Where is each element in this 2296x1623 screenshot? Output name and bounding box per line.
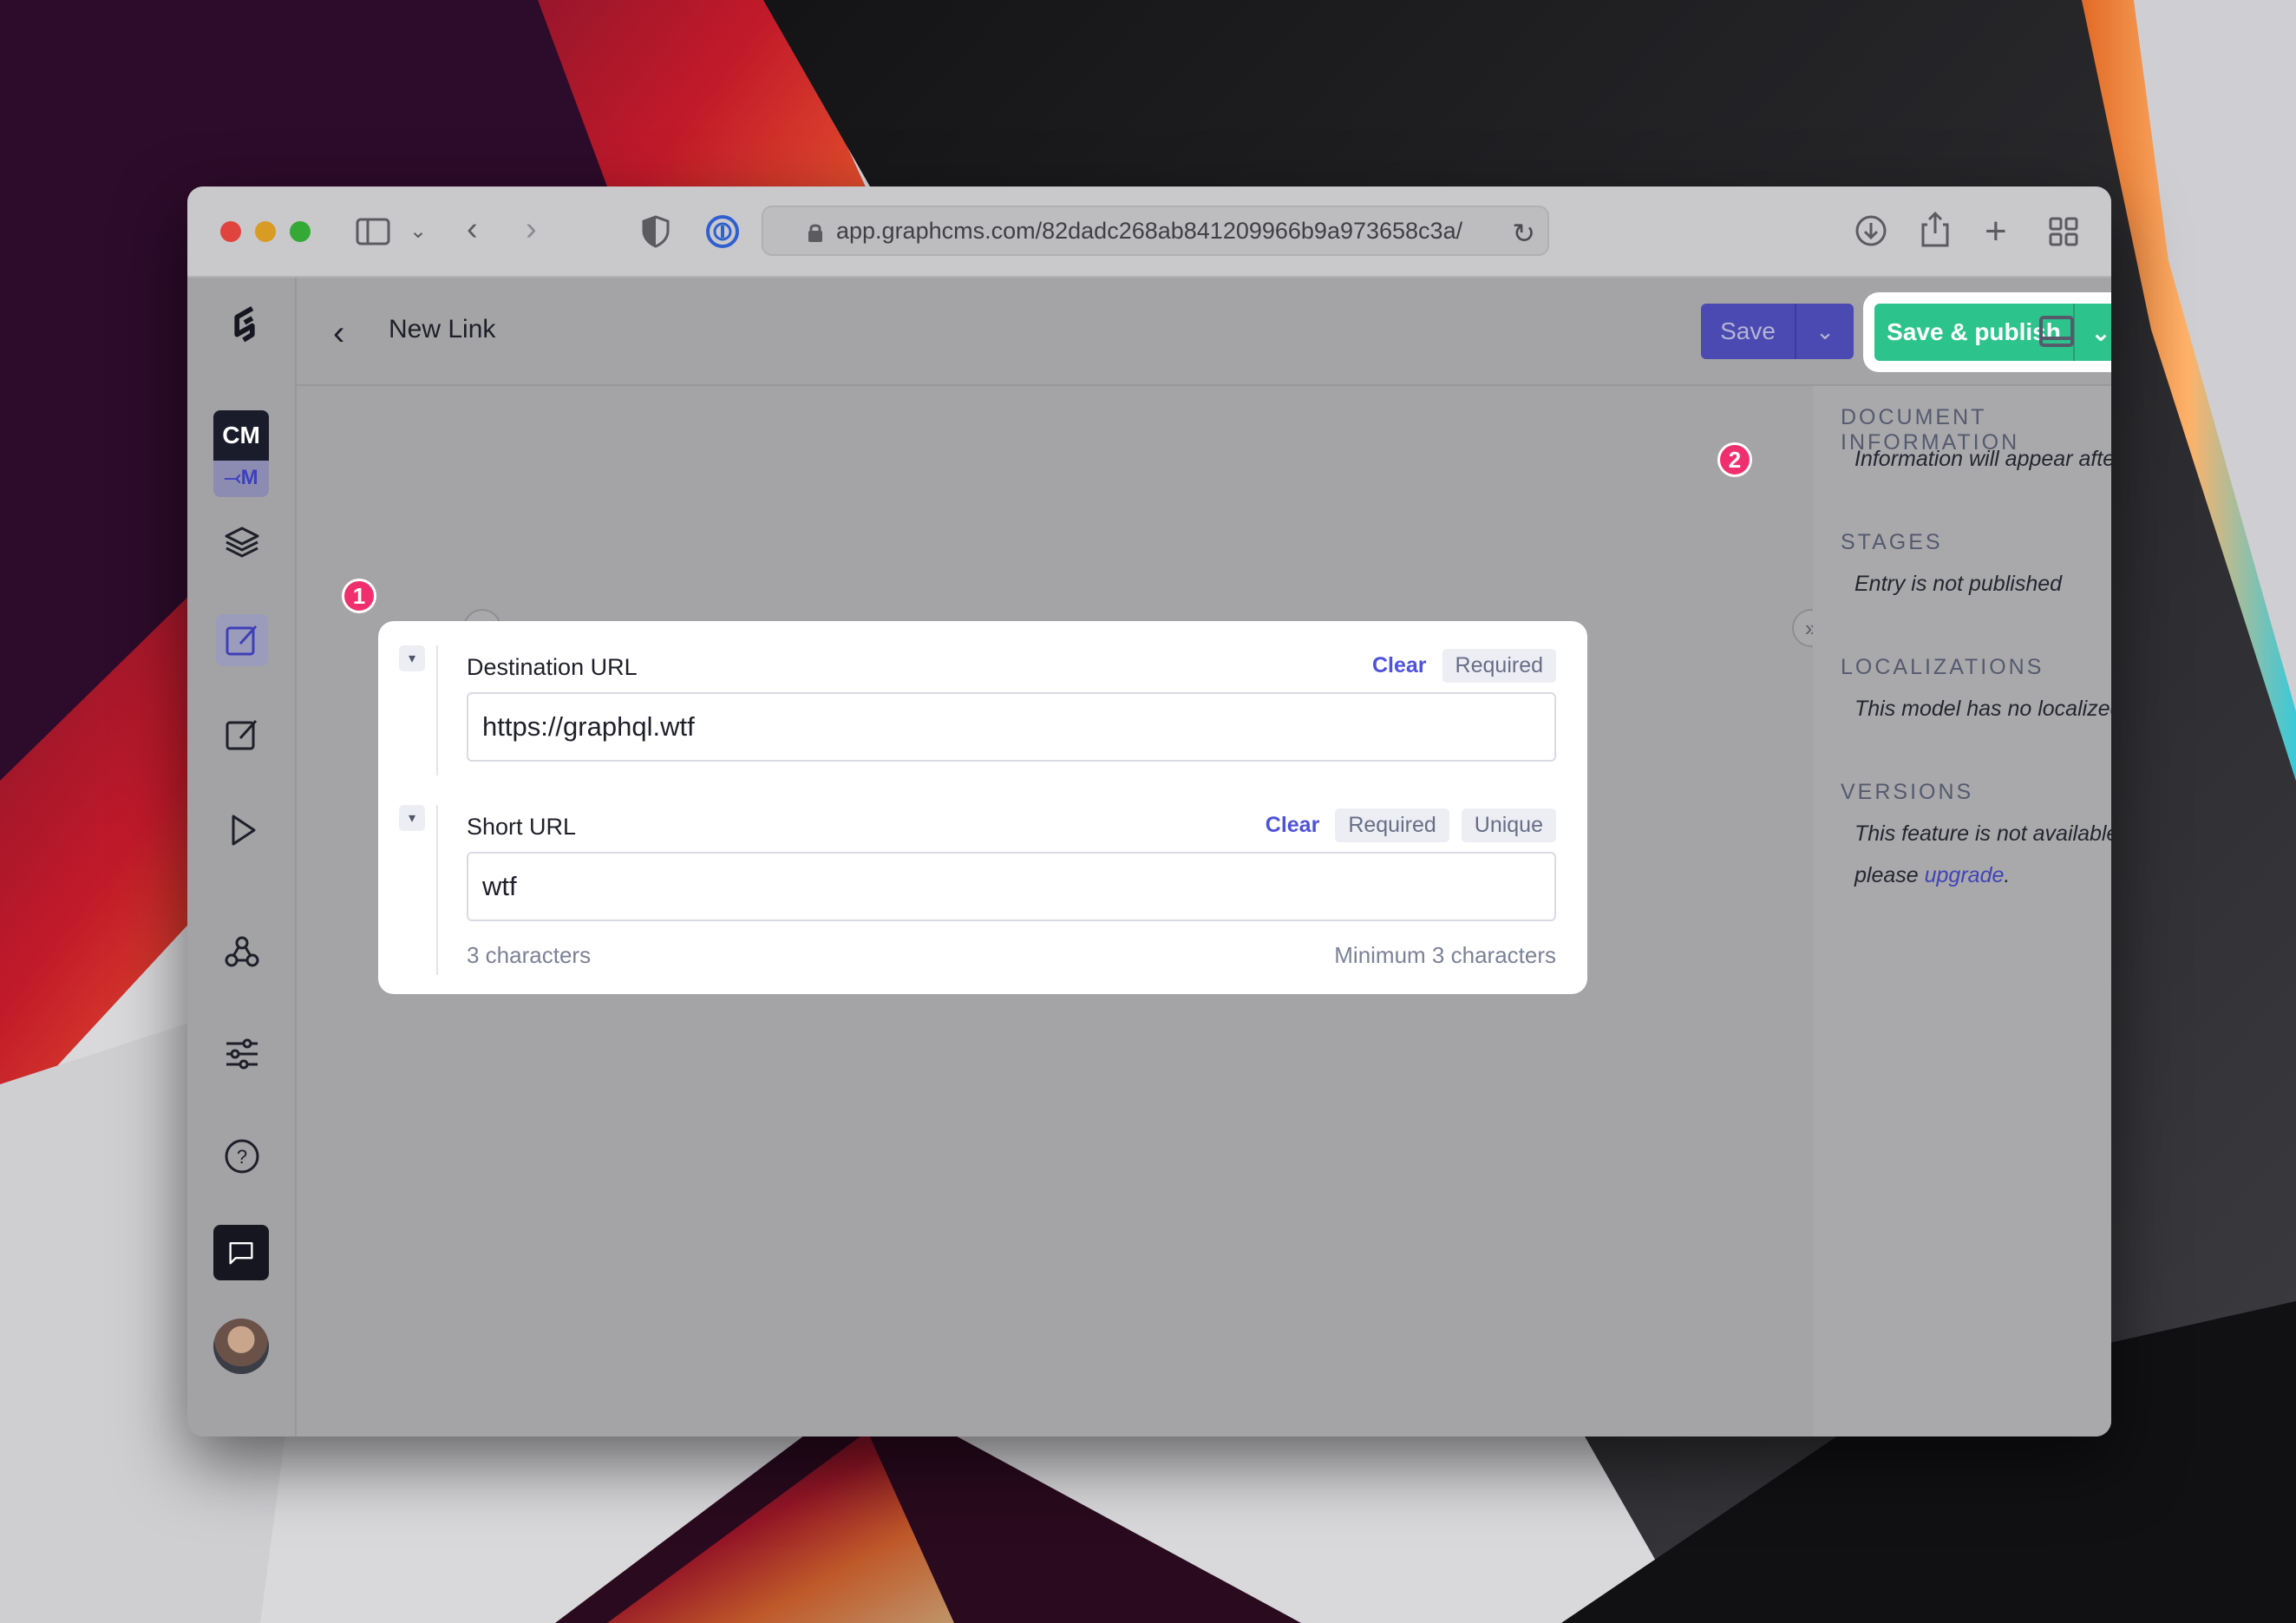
password-manager-icon[interactable] [705, 214, 740, 255]
localizations-text: This model has no localized fields [1854, 697, 2111, 721]
share-icon[interactable] [1920, 211, 1950, 253]
localizations-heading: LOCALIZATIONS [1841, 655, 2044, 679]
play-icon[interactable] [220, 808, 264, 852]
save-button-group: Save ⌄ [1701, 304, 1854, 359]
unique-tag: Unique [1461, 808, 1556, 842]
panel-toggle-icon[interactable] [2039, 316, 2074, 347]
publish-button-group: Save & publish ⌄ [1874, 304, 2111, 361]
back-arrow-icon[interactable]: ‹ [333, 314, 344, 353]
content-edit-icon[interactable] [216, 614, 268, 666]
collapse-field-icon[interactable]: ▾ [399, 805, 425, 831]
field-meta: Clear Required [1372, 649, 1556, 683]
required-tag: Required [1335, 808, 1449, 842]
versions-text-end: . [2004, 863, 2011, 887]
clear-button[interactable]: Clear [1266, 813, 1320, 838]
graphcms-logo-icon[interactable] [219, 295, 271, 356]
stages-heading: STAGES [1841, 530, 1943, 554]
publish-options-chevron-icon[interactable]: ⌄ [2075, 304, 2111, 361]
app-content: CM ⤙M ? ‹ New Link Save ⌄ Save & publish… [187, 278, 2111, 1436]
lock-icon [807, 222, 824, 249]
svg-text:?: ? [237, 1146, 247, 1168]
main-sidebar: CM ⤙M ? [187, 278, 297, 1436]
save-options-chevron-icon[interactable]: ⌄ [1796, 304, 1854, 359]
step-badge-2: 2 [1717, 442, 1752, 477]
clear-button[interactable]: Clear [1372, 653, 1427, 678]
document-info-panel: DOCUMENT INFORMATION Information will ap… [1813, 386, 2111, 1436]
tab-overview-icon[interactable] [2049, 217, 2078, 252]
destination-url-field: ▾ Destination URL Clear Required [378, 621, 1587, 781]
close-window-button[interactable] [220, 221, 241, 242]
versions-heading: VERSIONS [1841, 780, 1974, 804]
settings-sliders-icon[interactable] [220, 1032, 264, 1076]
character-count: 3 characters [467, 942, 592, 968]
browser-toolbar: ⌄ ‹ › app.graphcms.com/82dadc268ab841209… [187, 187, 2111, 278]
min-length-hint: Minimum 3 characters [1334, 942, 1556, 968]
maximize-window-button[interactable] [290, 221, 311, 242]
environment-badge: ⤙M [224, 466, 258, 489]
upgrade-link[interactable]: upgrade [1925, 863, 2005, 887]
edit-icon[interactable] [220, 713, 264, 756]
sidebar-toggle-icon[interactable] [356, 218, 390, 252]
webhooks-icon[interactable] [220, 930, 264, 973]
destination-url-input[interactable] [467, 692, 1556, 762]
reload-icon[interactable]: ↻ [1512, 217, 1535, 250]
environment-label: M [240, 466, 258, 489]
field-label: Short URL [467, 814, 577, 840]
save-button[interactable]: Save [1701, 304, 1796, 359]
help-icon[interactable]: ? [220, 1135, 264, 1178]
url-text: app.graphcms.com/82dadc268ab841209966b9a… [836, 217, 1463, 244]
project-switcher[interactable]: CM ⤙M [213, 410, 269, 497]
back-nav-icon[interactable]: ‹ [467, 213, 478, 245]
entry-form: ▾ Destination URL Clear Required ▾ Short… [378, 621, 1587, 994]
downloads-icon[interactable] [1854, 214, 1887, 253]
minimize-window-button[interactable] [255, 221, 276, 242]
field-rail [436, 645, 438, 776]
step-badge-1: 1 [342, 579, 376, 613]
stages-text: Entry is not published [1854, 572, 2063, 596]
publish-highlight: Save & publish ⌄ [1863, 292, 2111, 372]
required-tag: Required [1442, 649, 1556, 683]
forward-nav-icon[interactable]: › [526, 213, 537, 245]
new-tab-icon[interactable]: + [1985, 213, 2007, 251]
field-rail [436, 805, 438, 975]
short-url-input[interactable] [467, 852, 1556, 921]
chevron-down-icon[interactable]: ⌄ [409, 221, 427, 242]
browser-window: ⌄ ‹ › app.graphcms.com/82dadc268ab841209… [187, 187, 2111, 1436]
content-header: ‹ New Link Save ⌄ Save & publish ⌄ [297, 278, 2111, 386]
avatar[interactable] [213, 1319, 269, 1374]
page-title: New Link [389, 315, 496, 344]
field-label: Destination URL [467, 654, 638, 680]
privacy-shield-icon[interactable] [642, 215, 670, 254]
field-meta: Clear Required Unique [1266, 808, 1556, 842]
document-info-text: Information will appear after saving [1854, 447, 2111, 471]
layers-icon[interactable] [220, 520, 264, 564]
project-badge: CM [213, 410, 269, 461]
chat-icon[interactable] [213, 1225, 269, 1280]
collapse-field-icon[interactable]: ▾ [399, 645, 425, 671]
short-url-field: ▾ Short URL Clear Required Unique 3 char… [378, 781, 1587, 994]
address-bar[interactable]: app.graphcms.com/82dadc268ab841209966b9a… [762, 206, 1549, 256]
versions-text: This feature is not available on your pl… [1854, 813, 2111, 896]
